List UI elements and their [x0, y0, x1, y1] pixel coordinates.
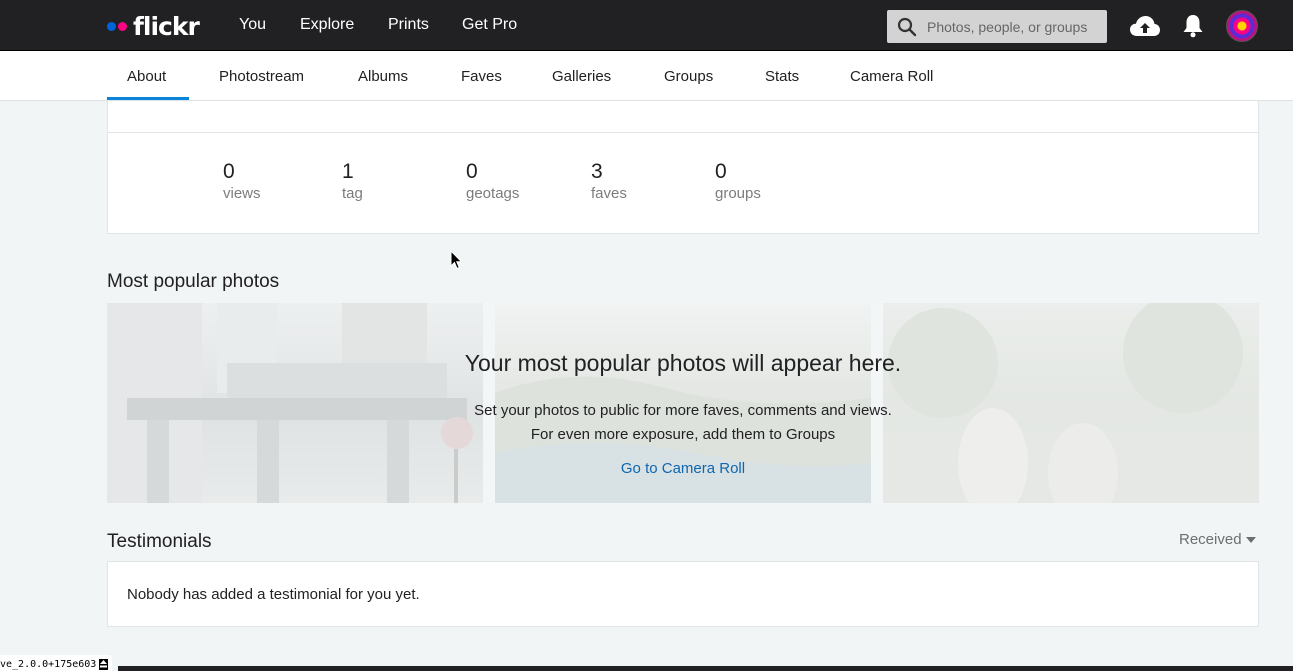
tab-faves[interactable]: Faves — [461, 68, 502, 85]
stat-geotags-count: 0 — [466, 160, 478, 183]
stat-faves: 3 faves — [591, 160, 627, 202]
version-label: ve_2.0.0+175e603 — [0, 655, 113, 671]
top-navigation-bar: flickr You Explore Prints Get Pro — [0, 0, 1293, 51]
bell-icon[interactable] — [1181, 10, 1205, 42]
tab-albums[interactable]: Albums — [358, 68, 408, 85]
bottom-bar — [118, 666, 1293, 671]
stat-views: 0 views — [223, 160, 261, 202]
search-input[interactable] — [927, 18, 1102, 35]
tab-camera-roll[interactable]: Camera Roll — [850, 68, 933, 85]
stat-tags-count: 1 — [342, 160, 354, 183]
nav-you[interactable]: You — [239, 16, 266, 34]
caret-down-icon — [1245, 536, 1256, 543]
eject-icon[interactable] — [99, 658, 109, 670]
stat-tags-label: tag — [342, 185, 363, 202]
testimonials-filter-label: Received — [1179, 531, 1242, 548]
stat-faves-count: 3 — [591, 160, 603, 183]
stat-tags: 1 tag — [342, 160, 363, 202]
profile-subnav: About Photostream Albums Faves Galleries… — [0, 51, 1293, 101]
version-text: ve_2.0.0+175e603 — [0, 658, 97, 670]
testimonials-title: Testimonials — [107, 531, 212, 552]
popular-photos-panel: Your most popular photos will appear her… — [107, 303, 1259, 503]
popular-message-line2: For even more exposure, add them to Grou… — [530, 426, 836, 443]
stat-views-label: views — [223, 185, 261, 202]
mouse-cursor-icon — [450, 250, 463, 270]
stat-geotags-label: geotags — [466, 185, 520, 202]
search-box[interactable] — [887, 10, 1107, 43]
active-tab-indicator — [107, 97, 189, 100]
nav-explore[interactable]: Explore — [300, 16, 354, 34]
testimonials-card: Nobody has added a testimonial for you y… — [107, 561, 1259, 627]
tab-stats[interactable]: Stats — [765, 68, 799, 85]
card-divider — [108, 132, 1258, 133]
tab-groups[interactable]: Groups — [664, 68, 713, 85]
upload-icon[interactable] — [1129, 10, 1161, 42]
logo-blue-dot — [107, 21, 116, 31]
nav-get-pro[interactable]: Get Pro — [462, 16, 517, 34]
stat-groups: 0 groups — [715, 160, 761, 202]
tab-galleries[interactable]: Galleries — [552, 68, 611, 85]
flickr-logo[interactable]: flickr — [107, 11, 200, 41]
tab-photostream[interactable]: Photostream — [219, 68, 304, 85]
search-icon[interactable] — [887, 10, 927, 43]
stat-views-count: 0 — [223, 160, 235, 183]
popular-message-line1: Set your photos to public for more faves… — [474, 402, 892, 419]
logo-wordmark: flickr — [133, 11, 200, 41]
tab-about[interactable]: About — [127, 68, 166, 85]
most-popular-title: Most popular photos — [107, 271, 280, 292]
nav-prints[interactable]: Prints — [388, 16, 429, 34]
logo-pink-dot — [118, 21, 127, 31]
go-to-camera-roll-link[interactable]: Go to Camera Roll — [107, 460, 1259, 477]
stat-geotags: 0 geotags — [466, 160, 519, 202]
stat-groups-label: groups — [715, 185, 761, 202]
popular-headline: Your most popular photos will appear her… — [464, 350, 902, 376]
stat-faves-label: faves — [591, 185, 627, 202]
stat-groups-count: 0 — [715, 160, 727, 183]
stats-card: 0 views 1 tag 0 geotags 3 faves 0 groups — [107, 101, 1259, 234]
testimonials-filter-dropdown[interactable]: Received — [1179, 531, 1256, 548]
user-avatar[interactable] — [1226, 10, 1258, 42]
testimonials-empty-message: Nobody has added a testimonial for you y… — [127, 586, 420, 603]
